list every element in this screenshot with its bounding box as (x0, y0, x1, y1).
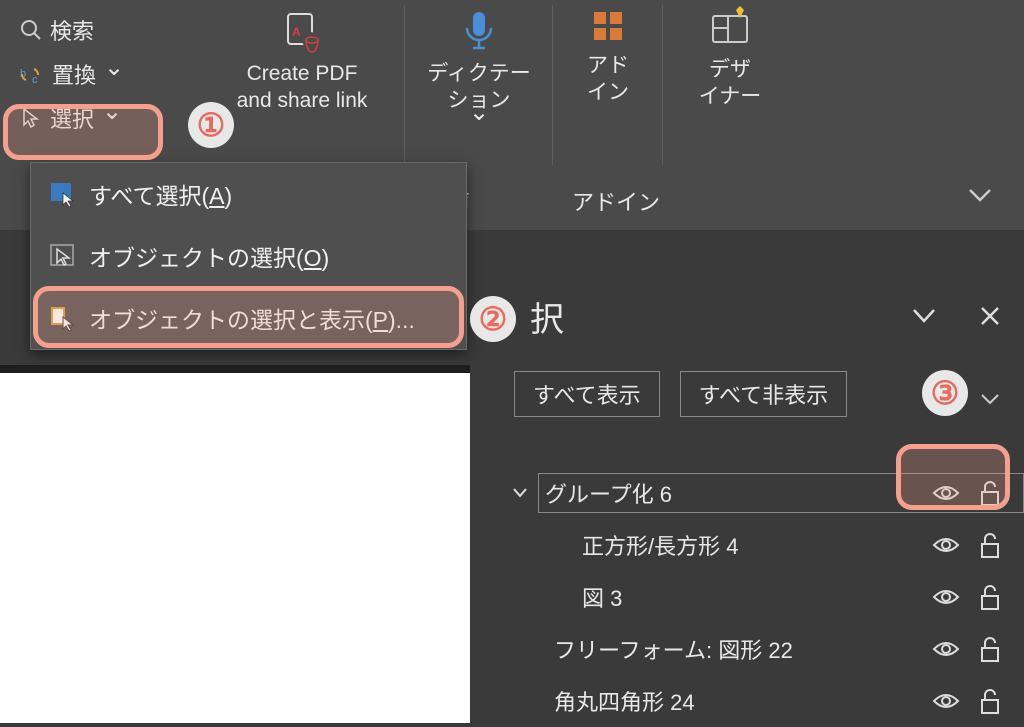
group-label-addins: アドイン (572, 185, 660, 217)
item-name: 図 3 (576, 578, 628, 616)
pane-item-picture[interactable]: 図 3 (490, 571, 1024, 623)
microphone-icon (459, 6, 499, 54)
cursor-outline-icon (49, 243, 77, 269)
addins-label: アド イン (587, 52, 629, 107)
svg-text:A: A (292, 25, 301, 39)
eye-icon[interactable] (932, 637, 960, 661)
selection-pane: 択 すべて表示 すべて非表示 グループ化 6 正方形/長方形 4 図 3 (490, 292, 1024, 727)
menu-selection-pane[interactable]: オブジェクトの選択と表示(P)... (31, 287, 466, 349)
chevron-down-icon (102, 105, 122, 131)
svg-text:c: c (32, 74, 38, 85)
dictation-button[interactable]: ディクテー ション (419, 6, 539, 131)
addins-button[interactable]: アド イン (568, 6, 648, 107)
unlock-icon[interactable] (978, 479, 1002, 507)
unlock-icon[interactable] (978, 687, 1002, 715)
separator (662, 5, 663, 165)
close-icon[interactable] (978, 304, 1002, 328)
unlock-icon[interactable] (978, 531, 1002, 559)
pane-item-group[interactable]: グループ化 6 (490, 467, 1024, 519)
menu-select-all[interactable]: すべて選択(A) (31, 163, 466, 225)
selection-pane-icon (49, 305, 77, 331)
editing-group: 検索 bc 置換 選択 (18, 10, 126, 142)
create-pdf-button[interactable]: A Create PDF and share link (213, 6, 391, 115)
pane-item-roundrect[interactable]: 角丸四角形 24 (490, 675, 1024, 727)
eye-icon[interactable] (932, 689, 960, 713)
separator (404, 5, 405, 165)
chevron-down-icon (966, 185, 994, 205)
eye-icon[interactable] (932, 533, 960, 557)
chevron-down-icon[interactable] (510, 483, 530, 503)
pane-list: グループ化 6 正方形/長方形 4 図 3 フリーフォーム: 図形 22 (490, 467, 1024, 727)
eye-icon[interactable] (932, 481, 960, 505)
search-icon (20, 19, 42, 41)
select-label: 選択 (50, 102, 94, 134)
chevron-down-icon (104, 61, 124, 87)
item-name: 角丸四角形 24 (548, 682, 701, 720)
hide-all-button[interactable]: すべて非表示 (680, 371, 848, 417)
chevron-down-icon (978, 387, 1002, 409)
find-label: 検索 (50, 14, 94, 46)
select-button[interactable]: 選択 (18, 98, 126, 138)
pdf-icon: A (278, 6, 326, 54)
pane-title: 択 (530, 292, 564, 341)
chevron-down-icon (469, 113, 489, 131)
chevron-down-icon[interactable] (910, 305, 938, 327)
item-name: フリーフォーム: 図形 22 (548, 630, 799, 668)
pdf-label: Create PDF and share link (237, 60, 368, 115)
cursor-icon (20, 107, 42, 129)
pane-item-rect[interactable]: 正方形/長方形 4 (490, 519, 1024, 571)
replace-button[interactable]: bc 置換 (18, 54, 126, 94)
slide-canvas[interactable] (0, 373, 470, 723)
select-all-icon (49, 181, 77, 207)
ribbon-collapse[interactable] (966, 185, 994, 205)
replace-icon: bc (20, 63, 44, 85)
designer-button[interactable]: デザ イナー (680, 6, 780, 111)
slide-area (0, 365, 470, 715)
select-dropdown: すべて選択(A) オブジェクトの選択(O) オブジェクトの選択と表示(P)... (30, 162, 467, 350)
pane-item-freeform[interactable]: フリーフォーム: 図形 22 (490, 623, 1024, 675)
addins-icon (588, 6, 628, 46)
separator (552, 5, 553, 165)
menu-select-objects[interactable]: オブジェクトの選択(O) (31, 225, 466, 287)
designer-label: デザ イナー (699, 56, 762, 111)
show-all-button[interactable]: すべて表示 (514, 371, 660, 417)
find-button[interactable]: 検索 (18, 10, 126, 50)
designer-icon (708, 6, 752, 50)
unlock-icon[interactable] (978, 635, 1002, 663)
eye-icon[interactable] (932, 585, 960, 609)
replace-label: 置換 (52, 58, 96, 90)
unlock-icon[interactable] (978, 583, 1002, 611)
sort-toggle[interactable] (978, 387, 1002, 409)
item-name: 正方形/長方形 4 (576, 526, 744, 564)
